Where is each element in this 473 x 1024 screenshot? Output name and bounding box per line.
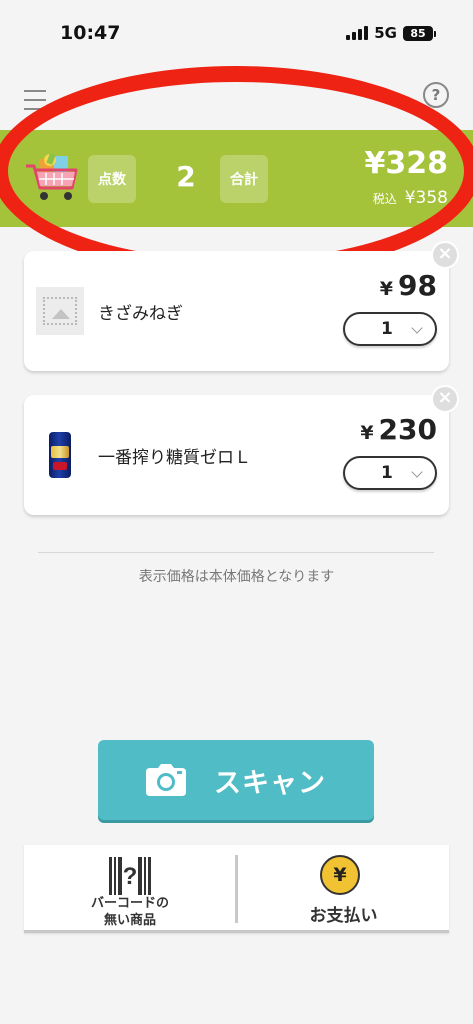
shopping-cart-icon <box>26 153 78 200</box>
quantity-select[interactable]: 1 <box>343 312 437 346</box>
remove-item-button[interactable]: × <box>431 385 459 413</box>
payment-button[interactable]: ¥ お支払い <box>238 845 449 933</box>
image-placeholder-icon <box>36 287 84 335</box>
scan-button[interactable]: スキャン <box>98 740 374 820</box>
status-time: 10:47 <box>60 22 121 44</box>
total-label: 合計 <box>220 155 268 203</box>
signal-icon <box>346 26 369 40</box>
quantity-value: 1 <box>381 319 393 339</box>
price-value: 98 <box>398 269 437 302</box>
tax-label: 税込 <box>372 192 397 206</box>
status-indicators: 5G 85 <box>346 24 436 42</box>
hamburger-menu-icon[interactable] <box>24 90 46 110</box>
battery-icon: 85 <box>403 25 436 41</box>
cart-summary-bar: 点数 2 合計 ¥328 税込 ¥358 <box>0 130 473 227</box>
cart-item-card: × 一番搾り糖質ゼロＬ ¥ 230 1 <box>24 385 459 515</box>
quantity-value: 1 <box>381 463 393 483</box>
status-bar: 10:47 5G 85 <box>0 0 473 64</box>
question-mark-icon[interactable]: ? <box>423 82 449 108</box>
count-label: 点数 <box>88 155 136 203</box>
beer-can-image <box>36 431 84 479</box>
product-price: ¥ 230 <box>360 413 437 446</box>
quantity-select[interactable]: 1 <box>343 456 437 490</box>
network-type: 5G <box>374 24 397 42</box>
camera-icon <box>146 764 186 796</box>
product-name: 一番搾り糖質ゼロＬ <box>98 448 251 468</box>
chevron-down-icon <box>411 466 423 478</box>
barcode-question-icon: ? <box>109 857 151 895</box>
total-price: ¥328 <box>364 146 449 181</box>
svg-text:?: ? <box>123 863 138 890</box>
product-name: きざみねぎ <box>98 304 183 324</box>
scan-label: スキャン <box>214 767 326 799</box>
currency-symbol: ¥ <box>360 422 374 444</box>
no-barcode-label: バーコードの 無い商品 <box>24 895 236 929</box>
tax-included-price: ¥358 <box>404 188 448 208</box>
remove-item-button[interactable]: × <box>431 241 459 269</box>
divider <box>38 552 434 553</box>
no-barcode-label-line: バーコードの 無い商品 <box>90 896 169 928</box>
no-barcode-item-button[interactable]: ? バーコードの 無い商品 <box>24 845 236 933</box>
cart-item-card: × きざみねぎ ¥ 98 1 <box>24 241 459 371</box>
item-count: 2 <box>176 160 196 193</box>
yen-coin-icon: ¥ <box>320 855 360 895</box>
price-value: 230 <box>378 413 437 446</box>
price-note: 表示価格は本体価格となります <box>138 569 335 585</box>
chevron-down-icon <box>411 322 423 334</box>
currency-symbol: ¥ <box>379 278 394 300</box>
product-price: ¥ 98 <box>380 269 437 302</box>
tax-included-row: 税込 ¥358 <box>373 188 448 208</box>
payment-label: お支払い <box>309 906 378 926</box>
bottom-action-panel: ? バーコードの 無い商品 ¥ お支払い <box>24 845 449 933</box>
